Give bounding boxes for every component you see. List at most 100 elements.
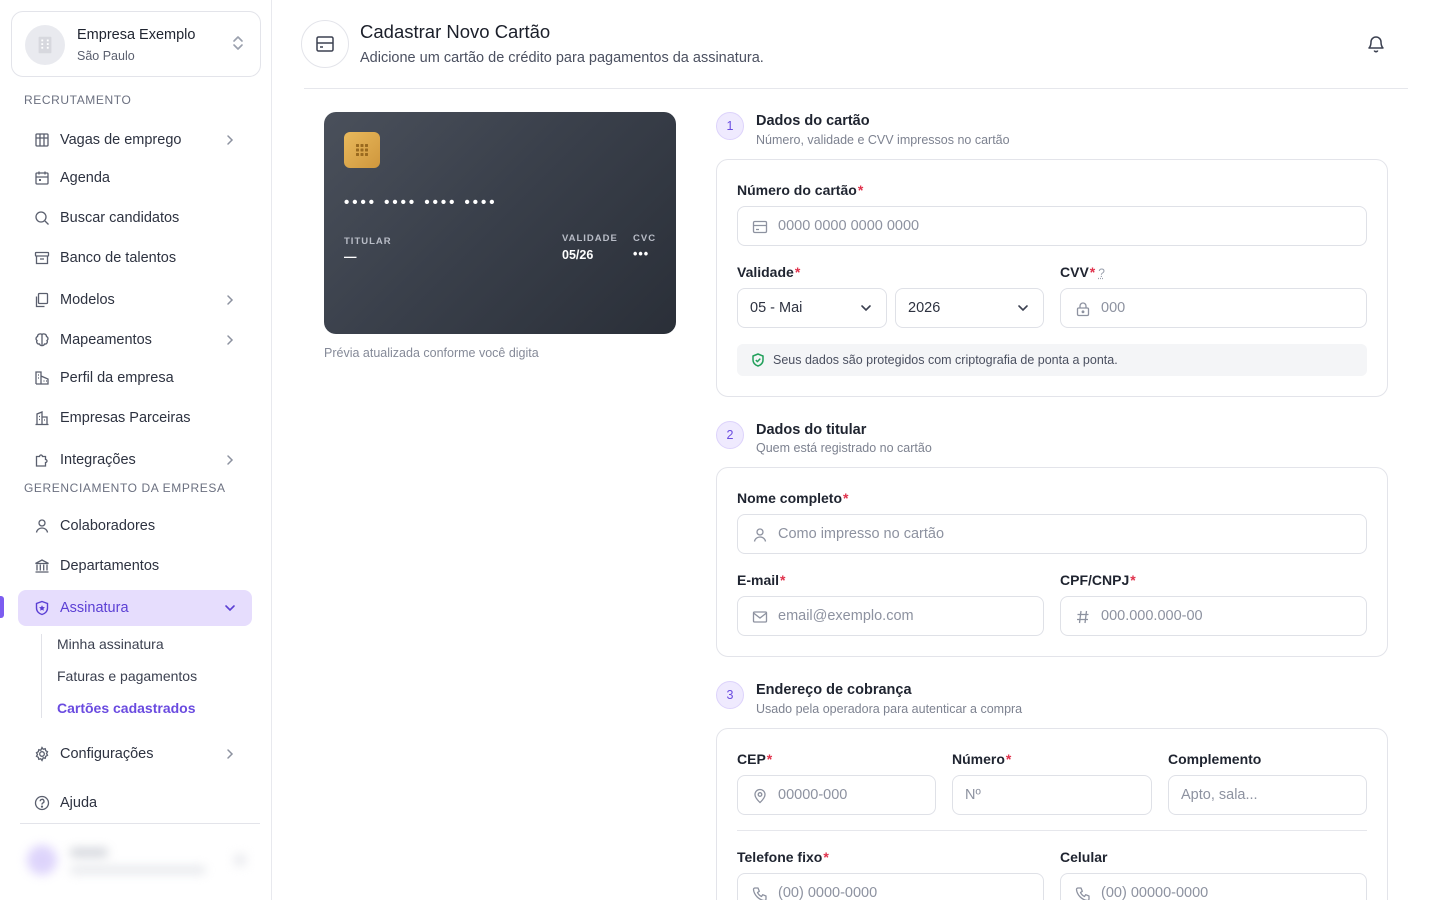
expiry-year-select[interactable]: 2026: [895, 288, 1044, 328]
user-profile[interactable]: [20, 838, 260, 884]
card-holder-label: TITULAR: [344, 236, 392, 247]
cep-label: CEP*: [737, 751, 773, 767]
gear-icon: [34, 746, 50, 762]
card-header-icon: [301, 20, 349, 68]
address-number-label: Número*: [952, 751, 1012, 767]
mobile-label: Celular: [1060, 849, 1108, 865]
lock-icon: [1075, 301, 1091, 317]
expiry-month-select[interactable]: 05 - Mai: [737, 288, 887, 328]
sidebar-item-templates[interactable]: Modelos: [18, 282, 252, 318]
section-subtitle-billing: Usado pela operadora para autenticar a c…: [756, 702, 1023, 716]
address-number-input[interactable]: Nº: [952, 775, 1152, 815]
sidebar-item-label: Configurações: [60, 746, 154, 762]
phone-input[interactable]: (00) 0000-0000: [737, 873, 1044, 900]
shield-star-icon: [34, 600, 50, 616]
expiry-label: Validade*: [737, 264, 801, 280]
card-number-label: Número do cartão*: [737, 182, 864, 198]
sidebar-item-label: Agenda: [60, 170, 110, 186]
page-title: Cadastrar Novo Cartão: [360, 21, 551, 42]
sidebar-item-label: Modelos: [60, 292, 115, 308]
building-icon: [38, 36, 52, 54]
company-switcher[interactable]: Empresa Exemplo São Paulo: [11, 11, 261, 77]
section-label-management: GERENCIAMENTO DA EMPRESA: [24, 481, 226, 495]
active-indicator: [0, 596, 4, 618]
sidebar-item-jobs[interactable]: Vagas de emprego: [18, 122, 252, 158]
section-subtitle-holder: Quem está registrado no cartão: [756, 441, 932, 455]
card-number-input[interactable]: 0000 0000 0000 0000: [737, 206, 1367, 246]
chevrons-up-down-icon: [232, 34, 244, 52]
sidebar-item-label: Departamentos: [60, 558, 160, 574]
sidebar-item-label: Vagas de emprego: [60, 132, 182, 148]
card-holder-value: —: [344, 250, 357, 264]
subitem-my-subscription[interactable]: Minha assinatura: [57, 636, 164, 652]
mobile-input[interactable]: (00) 00000-0000: [1060, 873, 1367, 900]
sidebar-item-employees[interactable]: Colaboradores: [18, 508, 252, 544]
sidebar-item-label: Integrações: [60, 452, 136, 468]
billing-divider: [737, 830, 1367, 831]
complement-input[interactable]: Apto, sala...: [1168, 775, 1367, 815]
sidebar-item-label: Mapeamentos: [60, 332, 152, 348]
email-input[interactable]: email@exemplo.com: [737, 596, 1044, 636]
card-expiry-label: VALIDADE: [562, 233, 618, 244]
phone-icon: [752, 886, 768, 900]
subitem-invoices[interactable]: Faturas e pagamentos: [57, 668, 197, 684]
archive-icon: [34, 250, 50, 266]
calendar-icon: [34, 170, 50, 186]
company-city: São Paulo: [77, 49, 135, 63]
chevron-right-icon: [226, 748, 234, 760]
card-chip-icon: [344, 132, 380, 168]
sidebar-item-label: Banco de talentos: [60, 250, 177, 266]
buildings-icon: [34, 410, 50, 426]
sidebar-item-settings[interactable]: Configurações: [18, 736, 252, 772]
sidebar: Empresa Exemplo São Paulo RECRUTAMENTO V…: [0, 0, 272, 900]
full-name-input[interactable]: Como impresso no cartão: [737, 514, 1367, 554]
card-expiry-value: 05/26: [562, 248, 594, 262]
subitem-registered-cards[interactable]: Cartões cadastrados: [57, 700, 196, 716]
chevron-down-icon: [1017, 303, 1029, 313]
sidebar-item-label: Colaboradores: [60, 518, 156, 534]
sidebar-item-label: Ajuda: [60, 795, 98, 811]
step-badge-2: 2: [716, 421, 744, 449]
sidebar-item-label: Empresas Parceiras: [60, 410, 191, 426]
step-badge-1: 1: [716, 112, 744, 140]
sidebar-item-label: Assinatura: [60, 600, 129, 616]
section-title-billing: Endereço de cobrança: [756, 682, 912, 698]
sidebar-item-partner-companies[interactable]: Empresas Parceiras: [18, 400, 252, 436]
preview-note: Prévia atualizada conforme você digita: [324, 346, 539, 360]
user-icon: [752, 527, 768, 543]
phone-label: Telefone fixo*: [737, 849, 829, 865]
chevron-right-icon: [226, 334, 234, 346]
chevron-right-icon: [226, 454, 234, 466]
section-title-holder: Dados do titular: [756, 422, 867, 438]
email-label: E-mail*: [737, 572, 786, 588]
sidebar-item-mappings[interactable]: Mapeamentos: [18, 322, 252, 358]
card-preview: •••• •••• •••• •••• TITULAR — VALIDADE 0…: [324, 112, 676, 334]
bell-icon[interactable]: [1366, 34, 1386, 54]
cvv-help-link[interactable]: ?: [1098, 266, 1105, 280]
sidebar-item-subscription[interactable]: Assinatura: [18, 590, 252, 626]
sidebar-item-integrations[interactable]: Integrações: [18, 442, 252, 478]
sidebar-item-label: Buscar candidatos: [60, 210, 180, 226]
submenu-line: [41, 634, 42, 718]
cep-input[interactable]: 00000-000: [737, 775, 936, 815]
puzzle-icon: [34, 452, 50, 468]
shield-check-icon: [751, 353, 765, 367]
page-subtitle: Adicione um cartão de crédito para pagam…: [360, 50, 764, 66]
header-divider: [304, 88, 1408, 89]
map-pin-icon: [752, 788, 768, 804]
sidebar-item-search-candidates[interactable]: Buscar candidatos: [18, 200, 252, 236]
sidebar-item-company-profile[interactable]: Perfil da empresa: [18, 360, 252, 396]
cvv-input[interactable]: 000: [1060, 288, 1367, 328]
user-icon: [34, 518, 50, 534]
cpf-cnpj-input[interactable]: 000.000.000-00: [1060, 596, 1367, 636]
sidebar-item-agenda[interactable]: Agenda: [18, 160, 252, 196]
sidebar-divider: [20, 823, 260, 824]
company-logo: [25, 25, 65, 65]
sidebar-item-talent-bank[interactable]: Banco de talentos: [18, 240, 252, 276]
brain-icon: [34, 332, 50, 348]
credit-card-icon: [316, 36, 334, 52]
building-icon: [34, 132, 50, 148]
cpf-cnpj-label: CPF/CNPJ*: [1060, 572, 1136, 588]
sidebar-item-departments[interactable]: Departamentos: [18, 548, 252, 584]
sidebar-item-help[interactable]: Ajuda: [18, 785, 252, 821]
